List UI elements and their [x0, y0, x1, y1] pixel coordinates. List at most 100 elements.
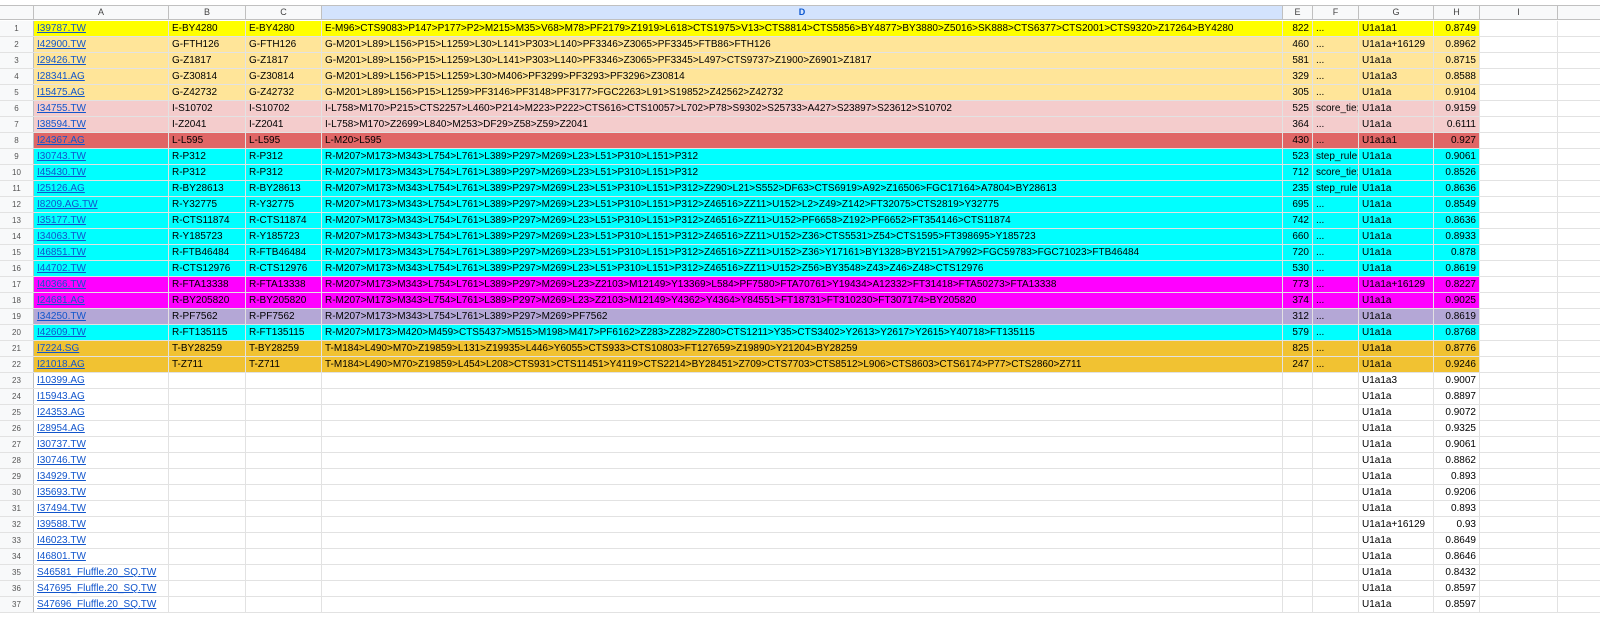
cell-d[interactable]	[322, 581, 1283, 596]
cell-e[interactable]: 822	[1283, 21, 1313, 36]
cell-g[interactable]: U1a1a	[1359, 501, 1434, 516]
cell-h[interactable]: 0.9206	[1434, 485, 1480, 500]
cell-e[interactable]	[1283, 581, 1313, 596]
cell-h[interactable]: 0.9061	[1434, 149, 1480, 164]
cell-d[interactable]	[322, 565, 1283, 580]
cell-h[interactable]: 0.9159	[1434, 101, 1480, 116]
cell-e[interactable]: 530	[1283, 261, 1313, 276]
cell-f[interactable]: ...	[1313, 85, 1359, 100]
cell-link[interactable]: I30746.TW	[34, 453, 169, 468]
cell-e[interactable]	[1283, 485, 1313, 500]
row-number[interactable]: 21	[0, 341, 34, 356]
cell-b[interactable]: R-Y32775	[169, 197, 246, 212]
cell-h[interactable]: 0.8619	[1434, 309, 1480, 324]
cell-c[interactable]	[246, 405, 322, 420]
cell-b[interactable]: E-BY4280	[169, 21, 246, 36]
cell-i[interactable]	[1480, 581, 1558, 596]
cell-e[interactable]	[1283, 565, 1313, 580]
cell-link[interactable]: I35693.TW	[34, 485, 169, 500]
cell-link[interactable]: I35177.TW	[34, 213, 169, 228]
cell-b[interactable]: G-Z30814	[169, 69, 246, 84]
cell-i[interactable]	[1480, 549, 1558, 564]
cell-c[interactable]: G-Z1817	[246, 53, 322, 68]
cell-i[interactable]	[1480, 133, 1558, 148]
cell-c[interactable]: T-BY28259	[246, 341, 322, 356]
cell-d[interactable]	[322, 469, 1283, 484]
cell-g[interactable]: U1a1a+16129	[1359, 277, 1434, 292]
cell-i[interactable]	[1480, 389, 1558, 404]
cell-g[interactable]: U1a1a	[1359, 309, 1434, 324]
cell-e[interactable]: 523	[1283, 149, 1313, 164]
cell-c[interactable]	[246, 485, 322, 500]
cell-d[interactable]: R-M207>M173>M343>L754>L761>L389>P297>M26…	[322, 213, 1283, 228]
row-number[interactable]: 12	[0, 197, 34, 212]
cell-e[interactable]	[1283, 549, 1313, 564]
cell-f[interactable]: ...	[1313, 229, 1359, 244]
cell-h[interactable]: 0.927	[1434, 133, 1480, 148]
cell-g[interactable]: U1a1a	[1359, 341, 1434, 356]
cell-d[interactable]: R-M207>M173>M343>L754>L761>L389>P297>M26…	[322, 293, 1283, 308]
cell-link[interactable]: I34250.TW	[34, 309, 169, 324]
cell-b[interactable]: R-FT135115	[169, 325, 246, 340]
cell-link[interactable]: I10399.AG	[34, 373, 169, 388]
cell-link[interactable]: I46023.TW	[34, 533, 169, 548]
cell-c[interactable]: R-BY205820	[246, 293, 322, 308]
cell-g[interactable]: U1a1a	[1359, 293, 1434, 308]
cell-c[interactable]: E-BY4280	[246, 21, 322, 36]
cell-e[interactable]: 460	[1283, 37, 1313, 52]
cell-c[interactable]: R-FT135115	[246, 325, 322, 340]
cell-i[interactable]	[1480, 197, 1558, 212]
cell-link[interactable]: I34063.TW	[34, 229, 169, 244]
cell-i[interactable]	[1480, 165, 1558, 180]
cell-e[interactable]	[1283, 533, 1313, 548]
cell-b[interactable]: R-FTB46484	[169, 245, 246, 260]
cell-link[interactable]: I30737.TW	[34, 437, 169, 452]
cell-e[interactable]	[1283, 597, 1313, 612]
cell-b[interactable]: T-BY28259	[169, 341, 246, 356]
cell-b[interactable]	[169, 485, 246, 500]
cell-b[interactable]: R-P312	[169, 149, 246, 164]
cell-d[interactable]: G-M201>L89>L156>P15>L1259>L30>M406>PF329…	[322, 69, 1283, 84]
row-number[interactable]: 6	[0, 101, 34, 116]
cell-i[interactable]	[1480, 357, 1558, 372]
cell-e[interactable]: 374	[1283, 293, 1313, 308]
cell-link[interactable]: I46851.TW	[34, 245, 169, 260]
cell-f[interactable]	[1313, 469, 1359, 484]
cell-f[interactable]	[1313, 501, 1359, 516]
cell-i[interactable]	[1480, 101, 1558, 116]
cell-c[interactable]: G-FTH126	[246, 37, 322, 52]
cell-f[interactable]: ...	[1313, 341, 1359, 356]
row-number[interactable]: 4	[0, 69, 34, 84]
row-number[interactable]: 2	[0, 37, 34, 52]
cell-h[interactable]: 0.8962	[1434, 37, 1480, 52]
cell-h[interactable]: 0.893	[1434, 501, 1480, 516]
cell-d[interactable]: G-M201>L89>L156>P15>L1259>L30>L141>P303>…	[322, 37, 1283, 52]
cell-i[interactable]	[1480, 437, 1558, 452]
cell-c[interactable]: R-Y32775	[246, 197, 322, 212]
cell-i[interactable]	[1480, 325, 1558, 340]
cell-i[interactable]	[1480, 421, 1558, 436]
cell-g[interactable]: U1a1a	[1359, 213, 1434, 228]
row-number[interactable]: 13	[0, 213, 34, 228]
cell-d[interactable]: R-M207>M173>M343>L754>L761>L389>P297>M26…	[322, 197, 1283, 212]
cell-f[interactable]: ...	[1313, 53, 1359, 68]
cell-h[interactable]: 0.8776	[1434, 341, 1480, 356]
cell-e[interactable]: 720	[1283, 245, 1313, 260]
cell-b[interactable]	[169, 533, 246, 548]
row-number[interactable]: 33	[0, 533, 34, 548]
cell-b[interactable]	[169, 501, 246, 516]
cell-f[interactable]	[1313, 373, 1359, 388]
row-number[interactable]: 34	[0, 549, 34, 564]
cell-c[interactable]	[246, 533, 322, 548]
cell-link[interactable]: I46801.TW	[34, 549, 169, 564]
column-header-h[interactable]: H	[1434, 6, 1480, 19]
cell-e[interactable]	[1283, 453, 1313, 468]
cell-c[interactable]: R-CTS12976	[246, 261, 322, 276]
cell-g[interactable]: U1a1a	[1359, 101, 1434, 116]
row-number[interactable]: 20	[0, 325, 34, 340]
column-header-c[interactable]: C	[246, 6, 322, 19]
cell-h[interactable]: 0.8749	[1434, 21, 1480, 36]
cell-b[interactable]: R-Y185723	[169, 229, 246, 244]
cell-b[interactable]	[169, 389, 246, 404]
cell-f[interactable]: step_rule	[1313, 181, 1359, 196]
